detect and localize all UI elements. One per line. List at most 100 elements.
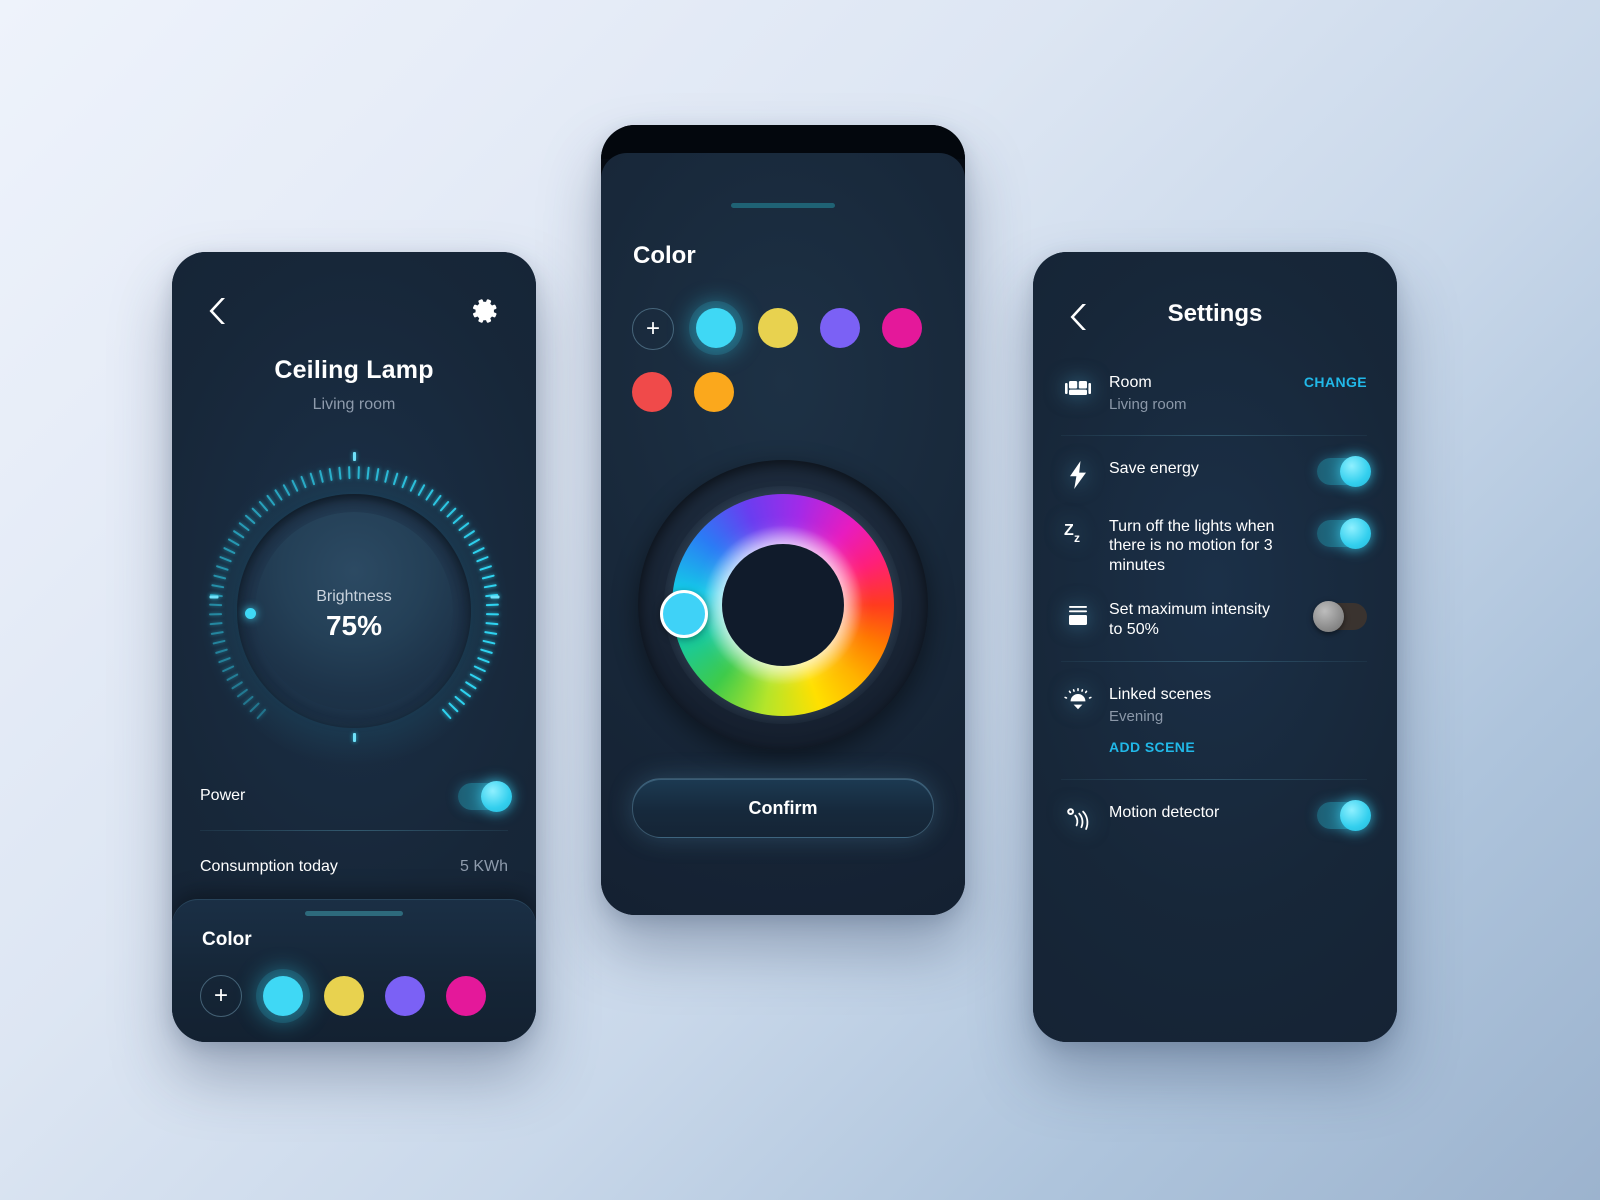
settings-item-text: Turn off the lights when there is no mot… bbox=[1109, 516, 1317, 576]
settings-item-subtitle: Living room bbox=[1109, 395, 1187, 413]
color-swatch-purple[interactable] bbox=[385, 976, 425, 1016]
settings-item-toggle[interactable] bbox=[1317, 455, 1371, 487]
dial-tick bbox=[236, 688, 249, 698]
settings-item[interactable]: Zz Turn off the lights when there is no m… bbox=[1033, 516, 1397, 576]
color-swatch-magenta[interactable] bbox=[882, 308, 922, 348]
settings-item[interactable]: Set maximum intensity to 50% bbox=[1033, 599, 1397, 639]
color-swatch-yellow[interactable] bbox=[324, 976, 364, 1016]
settings-item[interactable]: Room Living room CHANGE bbox=[1033, 372, 1397, 413]
dial-tick bbox=[463, 529, 476, 539]
change-room-link[interactable]: CHANGE bbox=[1304, 372, 1367, 390]
bolt-icon bbox=[1061, 458, 1095, 492]
confirm-button-label: Confirm bbox=[748, 797, 818, 818]
settings-screen-surface: Settings Room Living room CHANGE Save energ… bbox=[1033, 252, 1397, 1042]
add-color-button[interactable]: + bbox=[200, 975, 242, 1017]
dial-tick bbox=[258, 500, 269, 512]
dial-tick bbox=[209, 603, 223, 607]
dial-label: Brightness bbox=[316, 588, 392, 605]
color-page-title: Color bbox=[633, 242, 696, 269]
dial-tick bbox=[480, 648, 494, 655]
phone-color-screen: Color + Confirm bbox=[601, 125, 965, 915]
toggle-knob bbox=[1340, 517, 1371, 549]
dial-knob-handle[interactable] bbox=[245, 608, 256, 619]
settings-item-toggle[interactable] bbox=[1317, 799, 1371, 831]
chevron-left-icon[interactable] bbox=[204, 294, 238, 332]
dial-tick bbox=[219, 555, 232, 563]
dial-tick bbox=[484, 630, 498, 635]
settings-item-text: Motion detector bbox=[1109, 802, 1317, 823]
sheet-grabber[interactable] bbox=[731, 203, 835, 208]
settings-item-title: Set maximum intensity to 50% bbox=[1109, 601, 1270, 638]
dial-tick-major bbox=[209, 595, 218, 599]
settings-item-title: Room bbox=[1109, 374, 1152, 391]
settings-item-title: Turn off the lights when there is no mot… bbox=[1109, 517, 1275, 574]
dial-tick bbox=[226, 673, 239, 682]
dial-tick bbox=[318, 469, 324, 483]
dial-tick bbox=[214, 648, 228, 655]
color-swatch-magenta[interactable] bbox=[446, 976, 486, 1016]
color-swatch-cyan[interactable] bbox=[263, 976, 303, 1016]
settings-list: Room Living room CHANGE Save energy Zz Turn o… bbox=[1033, 372, 1397, 836]
add-scene-link[interactable]: ADD SCENE bbox=[1109, 739, 1195, 755]
power-label: Power bbox=[200, 787, 246, 804]
sheet-grabber[interactable] bbox=[305, 911, 403, 916]
dial-tick-major bbox=[352, 452, 356, 461]
settings-divider bbox=[1061, 778, 1367, 780]
dial-tick bbox=[221, 665, 235, 673]
wheel-selector-handle[interactable] bbox=[660, 590, 708, 638]
dial-tick bbox=[459, 688, 472, 698]
settings-item[interactable]: Motion detector bbox=[1033, 799, 1397, 836]
dial-tick bbox=[481, 574, 495, 580]
color-swatch-red[interactable] bbox=[632, 372, 672, 412]
dial-tick bbox=[432, 494, 442, 507]
brightness-dial[interactable]: Brightness 75% bbox=[193, 450, 515, 772]
toggle-knob bbox=[1340, 455, 1371, 487]
settings-item-toggle[interactable] bbox=[1313, 601, 1367, 633]
dial-tick bbox=[210, 630, 224, 635]
phone-settings-screen: Settings Room Living room CHANGE Save energ… bbox=[1033, 252, 1397, 1042]
add-color-button[interactable]: + bbox=[632, 308, 674, 350]
dial-tick bbox=[211, 584, 225, 589]
color-wheel[interactable] bbox=[638, 460, 928, 750]
settings-item-toggle[interactable] bbox=[1317, 517, 1371, 549]
settings-item-text: Room Living room bbox=[1109, 372, 1304, 413]
dial-readout: Brightness 75% bbox=[255, 588, 453, 642]
color-card: Color + bbox=[172, 899, 536, 1042]
color-swatch-cyan[interactable] bbox=[696, 308, 736, 348]
color-swatch-yellow[interactable] bbox=[758, 308, 798, 348]
svg-text:Z: Z bbox=[1064, 522, 1074, 539]
toggle-knob bbox=[481, 780, 512, 812]
lamp-top-bar bbox=[172, 294, 536, 336]
dial-tick bbox=[366, 466, 370, 480]
page-subtitle: Living room bbox=[312, 396, 396, 413]
dial-tick bbox=[477, 656, 490, 664]
dial-tick bbox=[218, 656, 231, 664]
dial-tick bbox=[212, 639, 226, 645]
page-title: Ceiling Lamp bbox=[274, 356, 434, 384]
settings-page-title: Settings bbox=[1167, 300, 1263, 327]
dial-tick bbox=[473, 665, 487, 673]
power-toggle[interactable] bbox=[458, 780, 512, 812]
settings-item[interactable]: Save energy bbox=[1033, 455, 1397, 492]
consumption-label: Consumption today bbox=[200, 858, 338, 875]
dial-tick bbox=[244, 514, 256, 525]
dial-tick bbox=[479, 565, 493, 571]
dial-tick bbox=[485, 603, 499, 607]
dial-tick bbox=[309, 472, 316, 486]
sofa-icon bbox=[1061, 372, 1095, 406]
color-swatch-orange[interactable] bbox=[694, 372, 734, 412]
dial-tick bbox=[300, 475, 307, 489]
settings-item[interactable]: Linked scenes Evening ADD SCENE bbox=[1033, 684, 1397, 757]
dial-tick bbox=[232, 529, 245, 539]
dial-tick bbox=[472, 546, 485, 555]
color-swatch-grid: + bbox=[632, 308, 932, 412]
settings-divider bbox=[1061, 661, 1367, 663]
dial-tick-major bbox=[352, 733, 356, 742]
phone-lamp-screen: Ceiling Lamp Living room Brightness 75% … bbox=[172, 252, 536, 1042]
confirm-button[interactable]: Confirm bbox=[632, 778, 934, 838]
dial-tick bbox=[249, 702, 260, 713]
dial-tick bbox=[454, 695, 466, 706]
gear-icon[interactable] bbox=[470, 296, 504, 330]
zzz-icon: Zz bbox=[1061, 516, 1095, 550]
color-swatch-purple[interactable] bbox=[820, 308, 860, 348]
